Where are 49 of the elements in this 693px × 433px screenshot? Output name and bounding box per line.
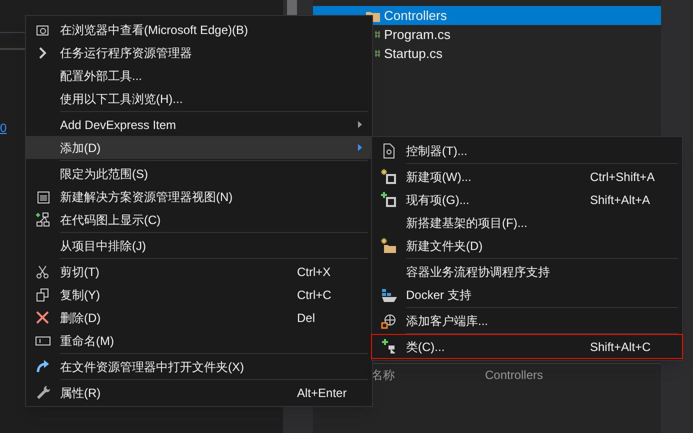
menu-item[interactable]: 复制(Y) Ctrl+C [26, 283, 372, 306]
menu-item[interactable]: 使用以下工具浏览(H)... [26, 87, 372, 110]
menu-item[interactable]: Add DevExpress Item [26, 113, 372, 136]
copy-icon [35, 286, 51, 302]
wrench-icon [35, 384, 51, 400]
menu-item[interactable]: 删除(D) Del [26, 306, 372, 329]
menu-item[interactable]: 控制器(T)... [372, 139, 682, 162]
shortcut-text: Ctrl+C [297, 286, 332, 304]
shortcut-text: Shift+Alt+A [590, 192, 650, 208]
globe-icon [381, 312, 397, 328]
menu-item[interactable]: 添加(D) [26, 136, 372, 159]
csharp-file-icon [375, 31, 380, 38]
menu-item[interactable]: 在代码图上显示(C) [26, 208, 372, 231]
docker-icon [381, 286, 397, 302]
shortcut-text: Shift+Alt+C [590, 338, 651, 356]
class-add-icon [381, 338, 397, 354]
menu-item[interactable]: 新搭建基架的项目(F)... [372, 211, 682, 234]
menu-item[interactable]: 属性(R) Alt+Enter [26, 381, 372, 404]
menu-item[interactable]: 限定为此范围(S) [26, 162, 372, 185]
controller-file-icon [381, 142, 397, 158]
code-map-icon [35, 212, 51, 228]
menu-item[interactable]: 配置外部工具... [26, 64, 372, 87]
csharp-file-icon [375, 50, 380, 57]
menu-item[interactable]: 剪切(T) Ctrl+X [26, 260, 372, 283]
property-value: Controllers [485, 367, 544, 384]
menu-item[interactable]: 现有项(G)... Shift+Alt+A [372, 188, 682, 211]
shortcut-text: Ctrl+Shift+A [590, 168, 655, 186]
menu-item[interactable]: 重命名(M) [26, 329, 372, 352]
menu-item[interactable]: 在文件资源管理器中打开文件夹(X) [26, 355, 372, 378]
menu-item[interactable]: 新建项(W)... Ctrl+Shift+A [372, 165, 682, 188]
menu-item[interactable]: 新建解决方案资源管理器视图(N) [26, 185, 372, 208]
shortcut-text: Ctrl+X [297, 264, 331, 280]
shortcut-text: Del [297, 310, 316, 326]
tree-item[interactable]: Controllers [313, 6, 661, 25]
menu-item[interactable]: 容器业务流程协调程序支持 [372, 260, 682, 283]
new-folder-icon [381, 238, 397, 254]
menu-item[interactable]: Docker 支持 [372, 283, 682, 306]
menu-item[interactable]: 类(C)... Shift+Alt+C [372, 335, 682, 358]
shortcut-text: Alt+Enter [297, 384, 347, 402]
add-item-icon [381, 192, 397, 208]
window-list-icon [35, 188, 51, 204]
scissors-icon [35, 264, 51, 280]
delete-icon [35, 310, 51, 326]
curved-arrow-icon [35, 358, 51, 374]
menu-item[interactable]: 从项目中排除(J) [26, 234, 372, 257]
new-item-icon [381, 168, 397, 184]
menu-item[interactable]: 新建文件夹(D) [372, 234, 682, 257]
menu-item[interactable]: 添加客户端库... [372, 309, 682, 332]
link[interactable]: 0 [0, 119, 7, 137]
